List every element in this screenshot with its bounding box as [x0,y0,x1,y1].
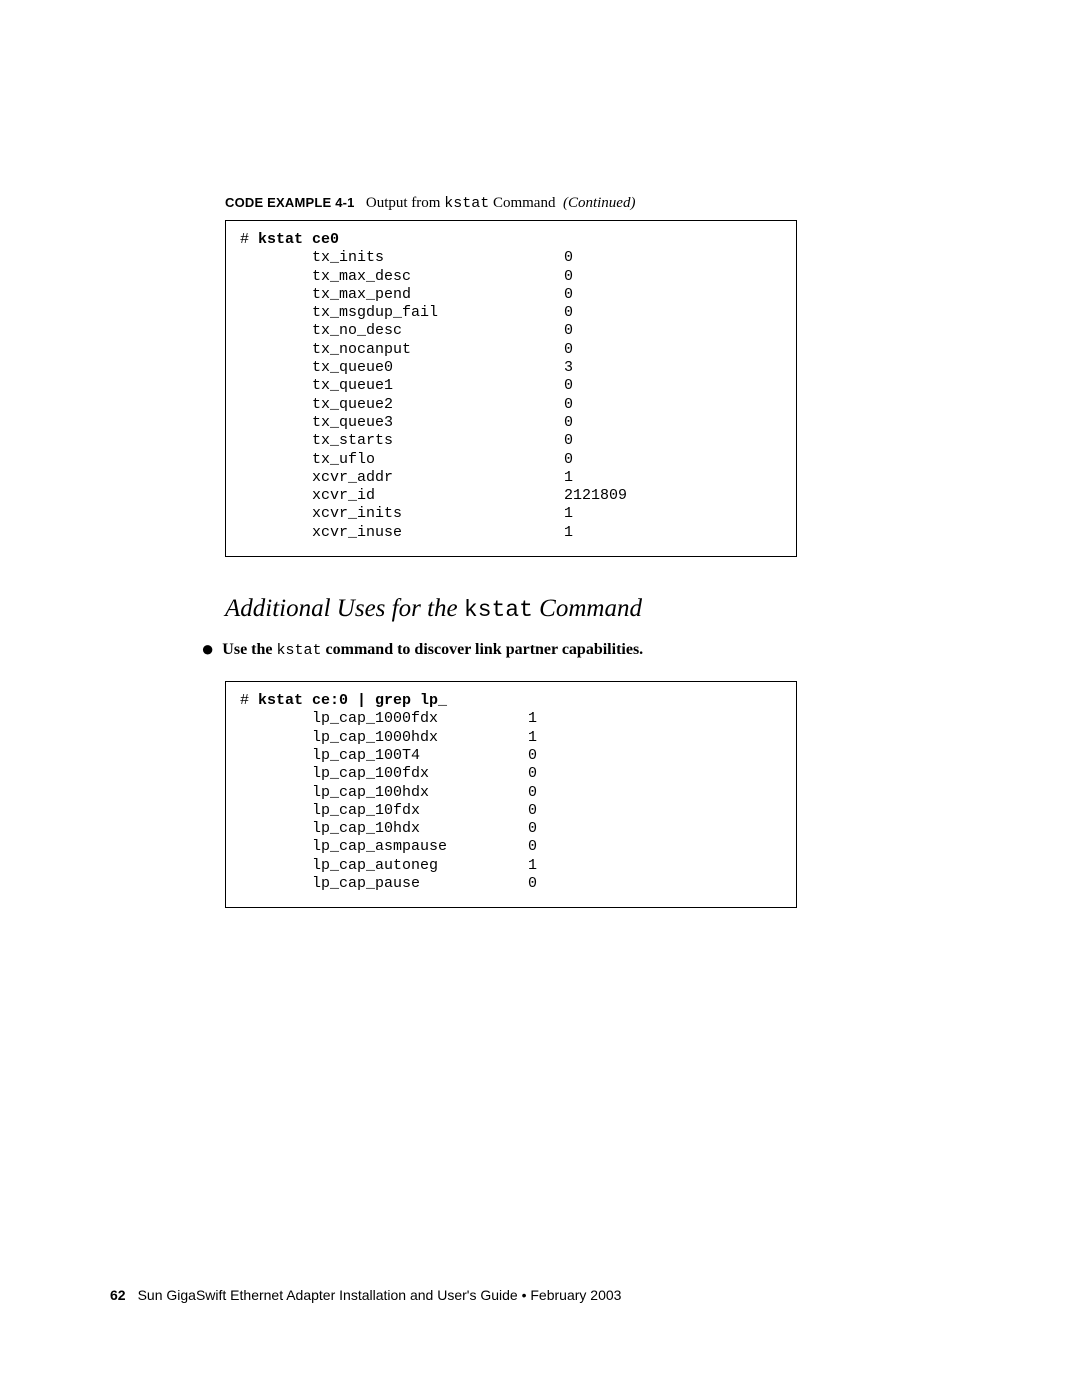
code-row: lp_cap_10fdx 0 [240,802,782,820]
code-box-2: # kstat ce:0 | grep lp_ lp_cap_1000fdx 1… [225,681,797,908]
bullet-icon: ● [201,636,214,661]
code-row: lp_cap_autoneg 1 [240,857,782,875]
code2-command: kstat ce:0 | grep lp_ [258,692,447,709]
code-row: tx_queue1 0 [240,377,782,395]
bullet-mono: kstat [277,642,322,659]
code2-command-line: # kstat ce:0 | grep lp_ [240,692,782,710]
code-example-caption: CODE EXAMPLE 4-1 Output from kstat Comma… [225,195,965,212]
code-row: tx_queue2 0 [240,396,782,414]
code-box-1: # kstat ce0 tx_inits 0 tx_max_desc 0 tx_… [225,220,797,557]
caption-mono: kstat [444,195,489,212]
code-row: tx_uflo 0 [240,451,782,469]
code-row: xcvr_addr 1 [240,469,782,487]
caption-tail: Command [489,195,559,211]
section-lead: Additional Uses for the [225,595,464,622]
code-row: lp_cap_10hdx 0 [240,820,782,838]
code1-prompt: # [240,231,258,248]
code-row: tx_queue0 3 [240,359,782,377]
code-row: xcvr_inuse 1 [240,524,782,542]
code-row: lp_cap_pause 0 [240,875,782,893]
page-footer: 62 Sun GigaSwift Ethernet Adapter Install… [110,1287,621,1303]
code-row: lp_cap_1000hdx 1 [240,729,782,747]
code-row: lp_cap_100hdx 0 [240,784,782,802]
code2-rows: lp_cap_1000fdx 1 lp_cap_1000hdx 1 lp_cap… [240,710,782,893]
code1-command-line: # kstat ce0 [240,231,782,249]
code-row: xcvr_id 2121809 [240,487,782,505]
code-row: tx_max_desc 0 [240,268,782,286]
code-row: tx_no_desc 0 [240,322,782,340]
code-row: tx_inits 0 [240,249,782,267]
bullet-lead: Use the [222,641,276,658]
footer-title: Sun GigaSwift Ethernet Adapter Installat… [138,1287,622,1303]
code2-prompt: # [240,692,258,709]
code-row: tx_nocanput 0 [240,341,782,359]
bullet-line: ●Use the kstat command to discover link … [201,641,965,659]
code-row: lp_cap_100fdx 0 [240,765,782,783]
section-title: Additional Uses for the kstat Command [225,595,965,623]
code-row: tx_queue3 0 [240,414,782,432]
code1-rows: tx_inits 0 tx_max_desc 0 tx_max_pend 0 t… [240,249,782,542]
code-row: lp_cap_100T4 0 [240,747,782,765]
caption-lead: Output from [366,195,444,211]
code-row: tx_starts 0 [240,432,782,450]
section-mono: kstat [464,597,533,623]
page-number: 62 [110,1287,126,1303]
page: CODE EXAMPLE 4-1 Output from kstat Comma… [0,0,1080,1397]
caption-continued: (Continued) [563,195,636,211]
code-row: lp_cap_1000fdx 1 [240,710,782,728]
code1-command: kstat ce0 [258,231,339,248]
caption-label: CODE EXAMPLE 4-1 [225,195,355,210]
code-row: tx_msgdup_fail 0 [240,304,782,322]
code-row: xcvr_inits 1 [240,505,782,523]
code-row: lp_cap_asmpause 0 [240,838,782,856]
bullet-tail: command to discover link partner capabil… [322,641,644,658]
section-tail: Command [533,595,642,622]
code-row: tx_max_pend 0 [240,286,782,304]
